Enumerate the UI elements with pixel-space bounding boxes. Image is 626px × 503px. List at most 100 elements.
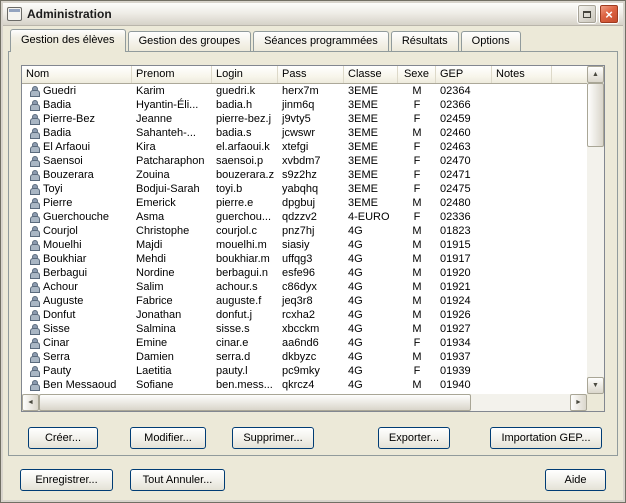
tab-s-ances-programm-es[interactable]: Séances programmées	[253, 31, 389, 51]
cell-gep: 02460	[436, 126, 492, 140]
student-row[interactable]: AchourSalimachour.sc86dyx4GM01921	[22, 280, 587, 294]
cell-nom: Pauty	[22, 364, 132, 378]
cell-prenom: Nordine	[132, 266, 212, 280]
student-row[interactable]: Pierre-BezJeannepierre-bez.jj9vty53EMEF0…	[22, 112, 587, 126]
scroll-left-button[interactable]: ◄	[22, 394, 39, 411]
student-row[interactable]: PautyLaetitiapauty.lpc9mky4GF01939	[22, 364, 587, 378]
cell-classe: 3EME	[344, 84, 398, 98]
student-row[interactable]: GuerchoucheAsmaguerchou...qdzzv24-EUROF0…	[22, 210, 587, 224]
cell-pass: dkbyzc	[278, 350, 344, 364]
down-arrow-icon: ▼	[592, 382, 599, 389]
cell-login: pierre-bez.j	[212, 112, 278, 126]
student-row[interactable]: PierreEmerickpierre.edpgbuj3EMEM02480	[22, 196, 587, 210]
window-title: Administration	[27, 7, 577, 21]
cancel-all-button[interactable]: Tout Annuler...	[130, 469, 225, 491]
column-header-sexe[interactable]: Sexe	[398, 66, 436, 83]
column-header-pass[interactable]: Pass	[278, 66, 344, 83]
student-icon	[29, 156, 39, 167]
column-header-gep[interactable]: GEP	[436, 66, 492, 83]
cell-sexe: F	[398, 168, 436, 182]
student-row[interactable]: El ArfaouiKirael.arfaoui.kxtefgi3EMEF024…	[22, 140, 587, 154]
cell-classe: 4G	[344, 252, 398, 266]
student-row[interactable]: BouzeraraZouinabouzerara.zs9z2hz3EMEF024…	[22, 168, 587, 182]
tab-r-sultats[interactable]: Résultats	[391, 31, 459, 51]
student-icon	[29, 380, 39, 391]
column-header-prenom[interactable]: Prenom	[132, 66, 212, 83]
cell-prenom: Emerick	[132, 196, 212, 210]
student-icon	[29, 324, 39, 335]
student-row[interactable]: SerraDamienserra.ddkbyzc4GM01937	[22, 350, 587, 364]
title-bar[interactable]: Administration ×	[3, 3, 623, 26]
cell-login: achour.s	[212, 280, 278, 294]
horizontal-scroll-thumb[interactable]	[39, 394, 471, 411]
window-controls: ×	[577, 4, 619, 24]
cell-gep: 02463	[436, 140, 492, 154]
student-row[interactable]: CinarEminecinar.eaa6nd64GF01934	[22, 336, 587, 350]
cell-nom: Achour	[22, 280, 132, 294]
column-header-login[interactable]: Login	[212, 66, 278, 83]
student-row[interactable]: SaensoiPatcharaphonsaensoi.pxvbdm73EMEF0…	[22, 154, 587, 168]
modify-button[interactable]: Modifier...	[130, 427, 206, 449]
student-icon	[29, 310, 39, 321]
minimize-button[interactable]	[577, 4, 597, 24]
student-row[interactable]: CourjolChristophecourjol.cpnz7hj4GM01823	[22, 224, 587, 238]
cell-gep: 01920	[436, 266, 492, 280]
cell-classe: 3EME	[344, 182, 398, 196]
cell-sexe: M	[398, 84, 436, 98]
cell-gep: 02336	[436, 210, 492, 224]
column-header-classe[interactable]: Classe	[344, 66, 398, 83]
student-row[interactable]: SisseSalminasisse.sxbcckm4GM01927	[22, 322, 587, 336]
student-row[interactable]: ToyiBodjui-Sarahtoyi.byabqhq3EMEF02475	[22, 182, 587, 196]
scroll-down-button[interactable]: ▼	[587, 377, 604, 394]
horizontal-scrollbar[interactable]: ◄ ►	[22, 394, 587, 411]
vertical-scrollbar[interactable]: ▲ ▼	[587, 66, 604, 394]
cell-classe: 4G	[344, 350, 398, 364]
cell-gep: 01924	[436, 294, 492, 308]
cell-sexe: M	[398, 126, 436, 140]
tab-options[interactable]: Options	[461, 31, 521, 51]
cell-login: badia.h	[212, 98, 278, 112]
scroll-right-button[interactable]: ►	[570, 394, 587, 411]
cell-pass: yabqhq	[278, 182, 344, 196]
cell-gep: 02459	[436, 112, 492, 126]
column-header-nom[interactable]: Nom	[22, 66, 132, 83]
tab-gestion-des-groupes[interactable]: Gestion des groupes	[128, 31, 252, 51]
student-row[interactable]: BerbaguiNordineberbagui.nesfe964GM01920	[22, 266, 587, 280]
student-icon	[29, 212, 39, 223]
right-arrow-icon: ►	[575, 399, 582, 406]
student-row[interactable]: AugusteFabriceauguste.fjeq3r84GM01924	[22, 294, 587, 308]
cell-prenom: Mehdi	[132, 252, 212, 266]
tab-gestion-des-l-ves[interactable]: Gestion des élèves	[10, 29, 126, 52]
help-button[interactable]: Aide	[545, 469, 606, 491]
cell-login: serra.d	[212, 350, 278, 364]
column-header-filler	[552, 66, 587, 83]
export-button[interactable]: Exporter...	[378, 427, 450, 449]
import-gep-button[interactable]: Importation GEP...	[490, 427, 602, 449]
vertical-scroll-thumb[interactable]	[587, 83, 604, 147]
close-button[interactable]: ×	[599, 4, 619, 24]
delete-button[interactable]: Supprimer...	[232, 427, 314, 449]
cell-gep: 01934	[436, 336, 492, 350]
cell-gep: 01921	[436, 280, 492, 294]
student-icon	[29, 184, 39, 195]
student-row[interactable]: BoukhiarMehdiboukhiar.muffqg34GM01917	[22, 252, 587, 266]
cell-login: saensoi.p	[212, 154, 278, 168]
cell-sexe: F	[398, 364, 436, 378]
student-row[interactable]: MouelhiMajdimouelhi.msiasiy4GM01915	[22, 238, 587, 252]
student-row[interactable]: DonfutJonathandonfut.jrcxha24GM01926	[22, 308, 587, 322]
student-row[interactable]: GuedriKarimguedri.kherx7m3EMEM02364	[22, 84, 587, 98]
column-header-notes[interactable]: Notes	[492, 66, 552, 83]
student-row[interactable]: BadiaHyantin-Éli...badia.hjinm6q3EMEF023…	[22, 98, 587, 112]
cell-classe: 4G	[344, 364, 398, 378]
create-button[interactable]: Créer...	[28, 427, 98, 449]
student-row[interactable]: BadiaSahanteh-...badia.sjcwswr3EMEM02460	[22, 126, 587, 140]
cell-classe: 4G	[344, 224, 398, 238]
cell-prenom: Karim	[132, 84, 212, 98]
save-button[interactable]: Enregistrer...	[20, 469, 113, 491]
cell-login: berbagui.n	[212, 266, 278, 280]
cell-classe: 3EME	[344, 112, 398, 126]
scroll-up-button[interactable]: ▲	[587, 66, 604, 83]
student-row[interactable]: Ben MessaoudSofianeben.mess...qkrcz44GM0…	[22, 378, 587, 392]
cell-prenom: Kira	[132, 140, 212, 154]
cell-nom: Serra	[22, 350, 132, 364]
